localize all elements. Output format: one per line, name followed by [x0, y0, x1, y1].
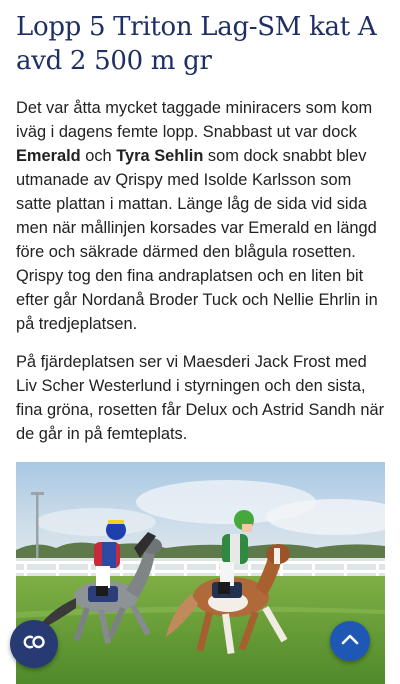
rider-name-tyra-sehlin: Tyra Sehlin [116, 147, 204, 165]
article-paragraph-1: Det var åtta mycket taggade miniracers s… [16, 96, 388, 336]
paragraph-1-text-3: som dock snabbt blev utmanade av Qrispy … [16, 147, 378, 333]
horse-name-emerald: Emerald [16, 147, 81, 165]
co-logo-icon [21, 634, 47, 655]
chevron-up-icon [341, 632, 359, 650]
scroll-to-top-button[interactable] [330, 621, 370, 661]
article-title: Lopp 5 Triton Lag-SM kat A avd 2 500 m g… [16, 12, 377, 76]
race-photo [16, 462, 385, 684]
paragraph-1-text-2: och [80, 147, 117, 165]
paragraph-1-text-1: Det var åtta mycket taggade miniracers s… [16, 99, 373, 141]
co-logo-button[interactable] [10, 620, 58, 668]
article-paragraph-2: På fjärdeplatsen ser vi Maesderi Jack Fr… [16, 353, 385, 443]
article-page: Lopp 5 Triton Lag-SM kat A avd 2 500 m g… [0, 0, 400, 684]
